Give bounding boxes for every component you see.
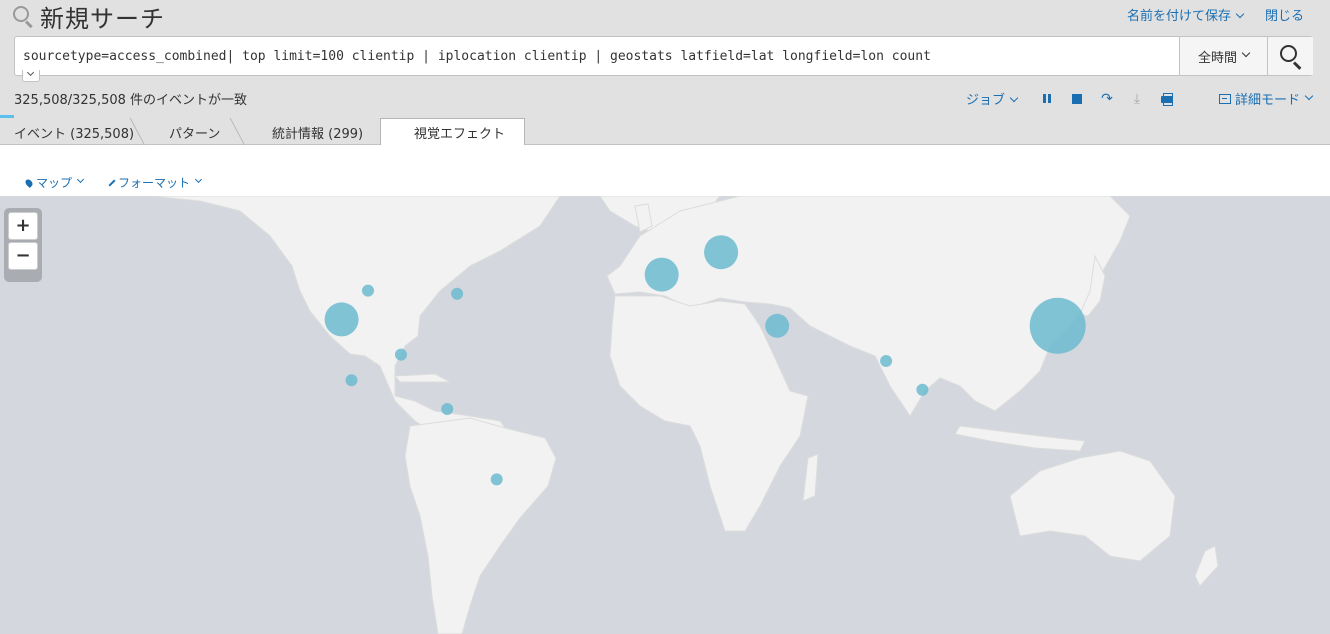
mode-icon — [1219, 93, 1232, 104]
expand-search-toggle[interactable] — [22, 68, 40, 82]
new-zealand — [1194, 545, 1219, 587]
chevron-down-icon — [1009, 93, 1019, 103]
title-area: 新規サーチ — [12, 0, 165, 33]
chevron-down-icon — [26, 68, 35, 77]
page-title: 新規サーチ — [40, 4, 165, 33]
tab-patterns[interactable]: パターン — [169, 118, 220, 145]
brush-icon — [108, 178, 116, 187]
search-query-input[interactable] — [15, 37, 1179, 75]
tab-bar: イベント (325,508) パターン 統計情報 (299) 視覚エフェクト — [0, 118, 1330, 146]
time-range-picker[interactable]: 全時間 — [1179, 37, 1267, 75]
map-pin-icon — [24, 177, 34, 188]
save-as-label: 名前を付けて保存 — [1126, 9, 1231, 24]
search-bar: 全時間 — [14, 36, 1313, 76]
landmasses — [149, 196, 1219, 634]
pause-icon[interactable] — [1039, 91, 1055, 107]
viz-toolbar: マップ フォーマット — [0, 145, 1330, 196]
format-menu-label: フォーマット — [118, 176, 191, 190]
cuba — [393, 373, 451, 383]
indonesia — [954, 425, 1086, 452]
map-marker-2[interactable] — [451, 287, 464, 300]
chevron-down-icon — [194, 175, 203, 184]
tab-visualization[interactable]: 視覚エフェクト — [414, 118, 505, 145]
event-count: 325,508/325,508 件のイベントが一致 — [14, 93, 248, 108]
search-mode-label: 詳細モード — [1235, 93, 1301, 108]
map-marker-4[interactable] — [395, 348, 407, 361]
header-actions: 名前を付けて保存 閉じる — [1127, 5, 1304, 24]
map-marker-9[interactable] — [765, 313, 790, 338]
map-marker-8[interactable] — [704, 235, 739, 270]
job-menu-label: ジョブ — [966, 93, 1006, 108]
map-marker-6[interactable] — [490, 473, 503, 486]
tab-divider — [229, 118, 245, 145]
map-marker-7[interactable] — [644, 257, 679, 292]
format-menu[interactable]: フォーマット — [108, 174, 203, 191]
chevron-down-icon — [1235, 9, 1245, 19]
south-america — [404, 417, 557, 634]
stop-icon[interactable] — [1069, 91, 1085, 107]
chevron-down-icon — [76, 175, 85, 184]
close-link[interactable]: 閉じる — [1265, 5, 1304, 24]
map-marker-12[interactable] — [1029, 297, 1086, 354]
search-button[interactable] — [1267, 37, 1313, 75]
chevron-down-icon — [1304, 91, 1314, 100]
map-marker-11[interactable] — [916, 383, 929, 396]
zoom-out-button[interactable]: − — [8, 242, 38, 270]
tab-statistics[interactable]: 統計情報 (299) — [272, 118, 363, 145]
australia — [1009, 450, 1176, 562]
chevron-down-icon — [1241, 48, 1251, 58]
print-icon[interactable] — [1159, 91, 1175, 107]
search-mode-menu[interactable]: 詳細モード — [1219, 89, 1314, 108]
share-icon[interactable]: ↷ — [1099, 91, 1115, 107]
search-icon — [1280, 45, 1297, 62]
map-menu[interactable]: マップ — [24, 174, 85, 191]
job-bar: ジョブ ↷ ⤓ 詳細モード — [966, 89, 1314, 108]
madagascar — [802, 453, 819, 502]
map-marker-0[interactable] — [324, 302, 359, 337]
zoom-in-button[interactable]: + — [8, 212, 38, 240]
map-canvas — [149, 196, 1219, 634]
export-icon: ⤓ — [1133, 90, 1141, 107]
map-marker-10[interactable] — [880, 355, 893, 367]
map-marker-5[interactable] — [441, 403, 454, 415]
zoom-control: + − — [4, 208, 42, 282]
time-range-label: 全時間 — [1197, 50, 1237, 66]
map-marker-3[interactable] — [345, 374, 358, 387]
search-header: 新規サーチ 名前を付けて保存 閉じる 全時間 325,508/325,508 件… — [0, 0, 1330, 118]
tab-events[interactable]: イベント (325,508) — [14, 118, 134, 145]
map-marker-1[interactable] — [362, 284, 374, 297]
world-map[interactable]: + − — [0, 196, 1330, 634]
search-icon — [12, 4, 36, 29]
save-as-menu[interactable]: 名前を付けて保存 — [1126, 5, 1245, 24]
job-menu[interactable]: ジョブ — [966, 89, 1019, 108]
map-menu-label: マップ — [36, 176, 73, 190]
